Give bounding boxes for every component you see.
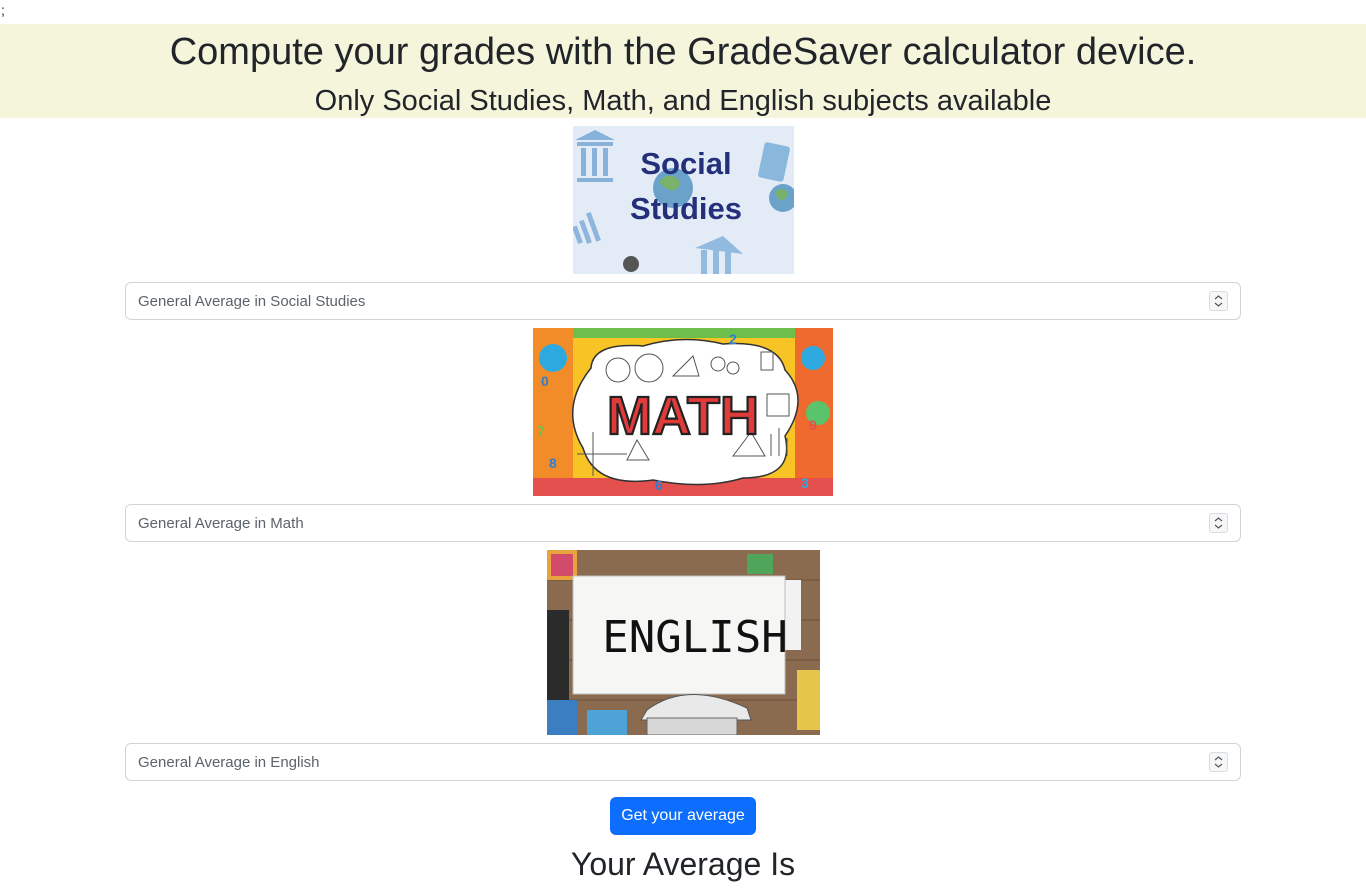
social-studies-image: Social Studies xyxy=(573,126,794,274)
header-banner: Compute your grades with the GradeSaver … xyxy=(0,24,1366,118)
social-studies-image-text-line2: Studies xyxy=(630,191,742,226)
social-studies-image-text-line1: Social xyxy=(640,146,731,181)
average-result-heading: Your Average Is xyxy=(570,846,796,882)
page-title: Compute your grades with the GradeSaver … xyxy=(169,31,1197,73)
english-average-input[interactable] xyxy=(125,743,1241,781)
english-image-text: ENGLISH xyxy=(602,612,787,663)
social-studies-spinner[interactable] xyxy=(1209,291,1228,311)
svg-text:9: 9 xyxy=(809,417,817,433)
english-image: ENGLISH xyxy=(547,550,820,735)
svg-text:3: 3 xyxy=(801,475,809,491)
math-image-text: MATH xyxy=(607,386,759,446)
english-spinner[interactable] xyxy=(1209,752,1228,772)
svg-text:0: 0 xyxy=(541,373,549,389)
spinner-arrows-icon xyxy=(1214,517,1223,529)
spinner-arrows-icon xyxy=(1214,295,1223,307)
social-studies-average-input[interactable] xyxy=(125,282,1241,320)
page-subtitle: Only Social Studies, Math, and English s… xyxy=(314,85,1052,117)
spinner-arrows-icon xyxy=(1214,756,1223,768)
math-spinner[interactable] xyxy=(1209,513,1228,533)
svg-text:6: 6 xyxy=(655,477,663,493)
svg-text:8: 8 xyxy=(549,455,557,471)
math-average-input[interactable] xyxy=(125,504,1241,542)
math-image: 0 7 8 2 6 9 3 MATH xyxy=(533,328,833,496)
stray-text: ; xyxy=(1,2,5,18)
svg-text:7: 7 xyxy=(537,423,545,439)
get-average-button[interactable]: Get your average xyxy=(610,797,756,835)
svg-text:2: 2 xyxy=(729,331,737,347)
